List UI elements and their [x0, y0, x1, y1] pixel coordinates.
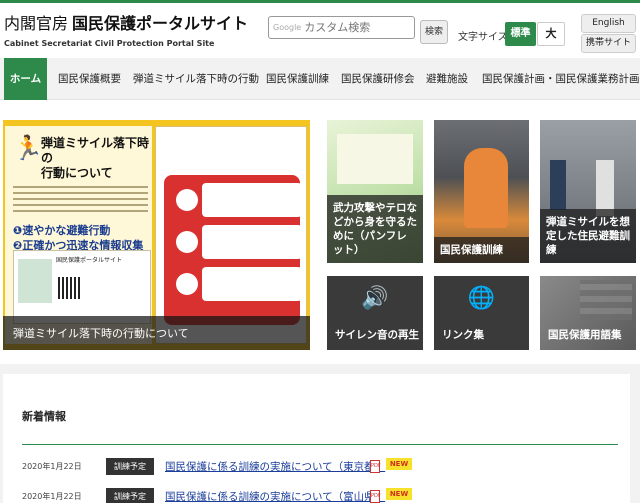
glossary-photo — [580, 280, 632, 320]
news-divider — [22, 444, 618, 445]
indoor-badge-icon — [176, 273, 198, 295]
news-link[interactable]: 国民保護に係る訓練の実施について（東京都） — [165, 459, 385, 474]
tile-missile-training-label: 弾道ミサイルを想定した住民避難訓練 — [540, 209, 636, 263]
nav-missile-action[interactable]: 弾道ミサイル落下時の行動 — [133, 58, 259, 100]
banner-paragraph-lines — [13, 186, 148, 216]
news-category-badge: 訓練予定 — [106, 458, 154, 475]
search-input[interactable] — [304, 21, 414, 34]
new-badge: NEW — [386, 458, 412, 470]
no-building-badge-icon — [176, 231, 198, 253]
photo-figure-b — [596, 160, 614, 216]
pamphlet-image — [337, 134, 413, 184]
running-person-icon: 🏃 — [13, 134, 43, 162]
news-link[interactable]: 国民保護に係る訓練の実施について（富山県） — [165, 489, 385, 503]
site-logo[interactable]: 内閣官房 国民保護ポータルサイト — [4, 15, 248, 33]
training-photo-figure — [464, 148, 508, 228]
tile-glossary[interactable]: 国民保護用語集 — [540, 276, 636, 350]
outdoor-badge-icon — [176, 189, 198, 211]
tile-siren-label: サイレン音の再生 — [335, 329, 419, 341]
flyer-image — [18, 259, 52, 303]
site-header: 内閣官房 国民保護ポータルサイト Cabinet Secretariat Civi… — [0, 3, 640, 53]
alert-row-2 — [202, 225, 302, 259]
english-button[interactable]: English — [581, 14, 636, 33]
font-size-large-button[interactable]: 大 — [537, 22, 565, 46]
banner-right-panel — [155, 126, 307, 344]
nav-seminar[interactable]: 国民保護研修会 — [341, 58, 415, 100]
speaker-icon: 🔊 — [361, 286, 389, 311]
missile-banner[interactable]: 🏃 弾道ミサイル落下時の 行動について ❶速やかな避難行動 ❷正確かつ迅速な情報… — [3, 120, 310, 350]
alert-red-panel — [164, 175, 302, 325]
qr-code-icon — [58, 277, 80, 299]
org-name: 内閣官房 — [4, 14, 69, 33]
new-badge: NEW — [386, 488, 412, 500]
news-item: 2020年1月22日 訓練予定 国民保護に係る訓練の実施について（富山県） PD… — [22, 488, 622, 503]
site-name: 国民保護ポータルサイト — [72, 14, 249, 33]
tile-glossary-label: 国民保護用語集 — [548, 329, 622, 341]
news-category-badge: 訓練予定 — [106, 488, 154, 503]
tile-links-label: リンク集 — [442, 329, 484, 341]
banner-title-line2: 行動について — [41, 166, 113, 180]
font-size-label: 文字サイズ — [458, 32, 508, 43]
search-button[interactable]: 検索 — [420, 20, 448, 44]
news-date: 2020年1月22日 — [22, 492, 82, 501]
news-date: 2020年1月22日 — [22, 462, 82, 471]
banner-left-panel: 🏃 弾道ミサイル落下時の 行動について ❶速やかな避難行動 ❷正確かつ迅速な情報… — [5, 126, 152, 344]
tile-missile-training[interactable]: 弾道ミサイルを想定した住民避難訓練 — [540, 120, 636, 263]
font-size-standard-button[interactable]: 標準 — [505, 22, 536, 46]
globe-icon: 🌐 — [467, 286, 496, 311]
news-section: 新着情報 2020年1月22日 訓練予定 国民保護に係る訓練の実施について（東京… — [0, 364, 640, 503]
photo-figure-a — [550, 160, 566, 210]
site-subtitle: Cabinet Secretariat Civil Protection Por… — [4, 39, 215, 48]
alert-row-3 — [202, 267, 302, 301]
flyer-title: 国民保護ポータルサイト — [56, 257, 123, 264]
search-box[interactable]: Google — [268, 16, 415, 39]
nav-training[interactable]: 国民保護訓練 — [266, 58, 329, 100]
news-heading: 新着情報 — [22, 410, 66, 423]
search-brand: Google — [273, 23, 302, 32]
tile-pamphlet-label: 武力攻撃やテロなどから身を守るために（パンフレット） — [327, 195, 423, 263]
tile-training-label: 国民保護訓練 — [434, 237, 529, 263]
banner-title-line1: 弾道ミサイル落下時の — [41, 136, 150, 165]
news-item: 2020年1月22日 訓練予定 国民保護に係る訓練の実施について（東京都） PD… — [22, 458, 622, 476]
news-panel: 新着情報 2020年1月22日 訓練予定 国民保護に係る訓練の実施について（東京… — [3, 374, 630, 503]
flyer-preview: 国民保護ポータルサイト — [13, 250, 151, 324]
alert-row-1 — [202, 183, 302, 217]
global-nav: ホーム 国民保護概要 弾道ミサイル落下時の行動 国民保護訓練 国民保護研修会 避… — [0, 58, 640, 100]
nav-home[interactable]: ホーム — [4, 58, 47, 100]
tile-training[interactable]: 国民保護訓練 — [434, 120, 529, 263]
nav-shelters[interactable]: 避難施設 — [426, 58, 468, 100]
mobile-site-button[interactable]: 携帯サイト — [581, 34, 636, 53]
banner-title: 弾道ミサイル落下時の 行動について — [41, 136, 149, 181]
banner-caption: 弾道ミサイル落下時の行動について — [3, 316, 310, 350]
pdf-icon: PDF — [370, 490, 381, 503]
nav-overview[interactable]: 国民保護概要 — [58, 58, 121, 100]
nav-plans[interactable]: 国民保護計画・国民保護業務計画 — [482, 58, 640, 100]
tile-siren[interactable]: 🔊 サイレン音の再生 — [327, 276, 423, 350]
tile-links[interactable]: 🌐 リンク集 — [434, 276, 529, 350]
pdf-icon: PDF — [370, 460, 381, 473]
banner-caption-text: 弾道ミサイル落下時の行動について — [13, 327, 189, 340]
banner-item-1: ❶速やかな避難行動 — [13, 224, 111, 237]
tile-pamphlet[interactable]: 武力攻撃やテロなどから身を守るために（パンフレット） — [327, 120, 423, 263]
